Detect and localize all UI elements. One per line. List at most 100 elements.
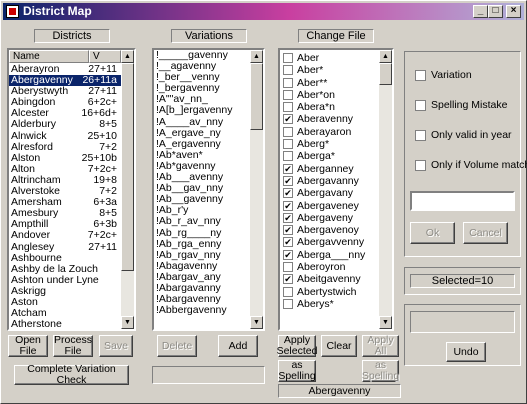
variation-row[interactable]: !A____av_nny	[154, 116, 250, 128]
change-file-scrollbar[interactable]: ▲ ▼	[379, 50, 392, 329]
change-file-row[interactable]: Abera*n	[280, 101, 379, 113]
variations-list[interactable]: !_____gavenny !__agavenny !_ber__venny !_be…	[152, 48, 265, 331]
change-file-row[interactable]: ✔ Aberga___nny	[280, 249, 379, 261]
year-input[interactable]	[410, 191, 515, 211]
change-file-label: Aber*	[297, 64, 324, 77]
checked-checkbox-icon[interactable]: ✔	[283, 200, 293, 211]
maximize-icon[interactable]: □	[488, 5, 503, 18]
change-file-row[interactable]: ✔ Aberganney	[280, 163, 379, 175]
clear-button[interactable]: Clear	[321, 335, 357, 357]
undo-button[interactable]: Undo	[446, 342, 486, 362]
spelling-mistake-checkbox[interactable]	[415, 100, 426, 111]
change-file-label: Change File	[298, 29, 374, 43]
variations-scrollbar[interactable]: ▲ ▼	[250, 50, 263, 329]
apply-selected-button[interactable]: Apply Selected	[277, 335, 317, 357]
checked-checkbox-icon[interactable]: ✔	[283, 175, 293, 186]
scroll-up-icon[interactable]: ▲	[379, 50, 392, 63]
district-row[interactable]: Atherstone	[9, 319, 121, 329]
variation-row[interactable]: !A[b_]ergavenny	[154, 105, 250, 116]
unchecked-checkbox-icon[interactable]	[283, 65, 293, 76]
change-file-row[interactable]: ✔ Aberavenny	[280, 113, 379, 125]
col-header-value[interactable]: V	[89, 50, 121, 63]
change-file-row[interactable]: ✔ Abergavvenny	[280, 236, 379, 248]
open-file-button[interactable]: Open File	[8, 335, 48, 357]
as-spelling-button[interactable]: as Spelling	[278, 360, 316, 382]
unchecked-checkbox-icon[interactable]	[283, 89, 293, 100]
change-file-row[interactable]: Aber	[280, 52, 379, 64]
scroll-down-icon[interactable]: ▼	[121, 316, 134, 329]
only-if-volume-matches-checkbox[interactable]	[415, 160, 426, 171]
change-file-row[interactable]: Aberoyron	[280, 261, 379, 273]
as-spelling-dis-line2: Spelling	[361, 370, 400, 382]
unchecked-checkbox-icon[interactable]	[283, 298, 293, 309]
change-file-row[interactable]: Aber**	[280, 77, 379, 89]
change-file-label: Abeitgavenny	[297, 273, 361, 286]
checked-checkbox-icon[interactable]: ✔	[283, 237, 293, 248]
change-file-row[interactable]: Abertystwich	[280, 286, 379, 298]
unchecked-checkbox-icon[interactable]	[283, 53, 293, 63]
window-title: District Map	[23, 4, 92, 18]
checked-checkbox-icon[interactable]: ✔	[283, 163, 293, 174]
checked-checkbox-icon[interactable]: ✔	[283, 225, 293, 236]
variation-row[interactable]: !Ab_rg____ny	[154, 227, 250, 239]
checked-checkbox-icon[interactable]: ✔	[283, 212, 293, 223]
change-file-label: Aber	[297, 52, 320, 64]
districts-list[interactable]: Name V Aberayron 27+11 Abergavenny 26+11a Ab…	[7, 48, 136, 331]
only-if-volume-matches-label: Only if Volume matches	[431, 159, 527, 171]
change-file-row[interactable]: ✔ Abergavenoy	[280, 224, 379, 236]
add-button[interactable]: Add	[218, 335, 258, 357]
save-button[interactable]: Save	[99, 335, 133, 357]
as-spelling-disabled-button[interactable]: as Spelling	[362, 360, 399, 382]
scroll-thumb[interactable]	[379, 63, 392, 85]
change-file-list[interactable]: Aber Aber* Aber** Aber*on Abera*n ✔ Aberavenny…	[278, 48, 394, 331]
col-header-name[interactable]: Name	[9, 50, 89, 63]
checked-checkbox-icon[interactable]: ✔	[283, 274, 293, 285]
scroll-down-icon[interactable]: ▼	[250, 316, 263, 329]
title-bar[interactable]: District Map _ □ ×	[3, 3, 524, 20]
change-file-row[interactable]: Aberayaron	[280, 126, 379, 138]
checked-checkbox-icon[interactable]: ✔	[283, 114, 293, 125]
scroll-thumb[interactable]	[250, 63, 263, 130]
close-icon[interactable]: ×	[506, 5, 521, 18]
change-file-row[interactable]: Aberga*	[280, 150, 379, 162]
apply-all-button[interactable]: Apply All	[362, 335, 399, 357]
change-file-row[interactable]: ✔ Abergaveny	[280, 212, 379, 224]
change-file-row[interactable]: Aberys*	[280, 298, 379, 310]
district-value: 7+2c+	[87, 229, 117, 242]
unchecked-checkbox-icon[interactable]	[283, 286, 293, 297]
districts-scrollbar[interactable]: ▲ ▼	[121, 50, 134, 329]
unchecked-checkbox-icon[interactable]	[283, 151, 293, 162]
checked-checkbox-icon[interactable]: ✔	[283, 188, 293, 199]
change-file-label: Aber**	[297, 76, 328, 89]
cancel-button[interactable]: Cancel	[463, 222, 508, 244]
scroll-down-icon[interactable]: ▼	[379, 316, 392, 329]
change-file-row[interactable]: ✔ Abergavanny	[280, 175, 379, 187]
district-value: 27+11	[88, 240, 117, 253]
delete-button[interactable]: Delete	[157, 335, 197, 357]
unchecked-checkbox-icon[interactable]	[283, 139, 293, 150]
variation-input[interactable]	[152, 366, 265, 384]
scroll-up-icon[interactable]: ▲	[121, 50, 134, 63]
unchecked-checkbox-icon[interactable]	[283, 102, 293, 113]
scroll-thumb[interactable]	[121, 63, 134, 271]
only-valid-in-year-checkbox[interactable]	[415, 130, 426, 141]
variation-row[interactable]: !Ab_r_av_nny	[154, 216, 250, 227]
minimize-icon[interactable]: _	[473, 5, 488, 18]
scroll-up-icon[interactable]: ▲	[250, 50, 263, 63]
variation-row[interactable]: !Abbergavenny	[154, 305, 250, 316]
ok-button[interactable]: Ok	[410, 222, 455, 244]
process-file-button[interactable]: Process File	[53, 335, 93, 357]
unchecked-checkbox-icon[interactable]	[283, 126, 293, 137]
change-file-row[interactable]: Aber*	[280, 64, 379, 76]
district-value: 7+2	[99, 140, 117, 153]
change-file-row[interactable]: ✔ Abergaveney	[280, 200, 379, 212]
checked-checkbox-icon[interactable]: ✔	[283, 249, 293, 260]
complete-variation-check-button[interactable]: Complete Variation Check	[14, 364, 129, 386]
change-file-row[interactable]: ✔ Abergavany	[280, 187, 379, 199]
unchecked-checkbox-icon[interactable]	[283, 77, 293, 88]
unchecked-checkbox-icon[interactable]	[283, 262, 293, 273]
change-file-row[interactable]: Aberg*	[280, 138, 379, 150]
variation-checkbox[interactable]	[415, 70, 426, 81]
change-file-row[interactable]: Aber*on	[280, 89, 379, 101]
change-file-row[interactable]: ✔ Abeitgavenny	[280, 273, 379, 285]
